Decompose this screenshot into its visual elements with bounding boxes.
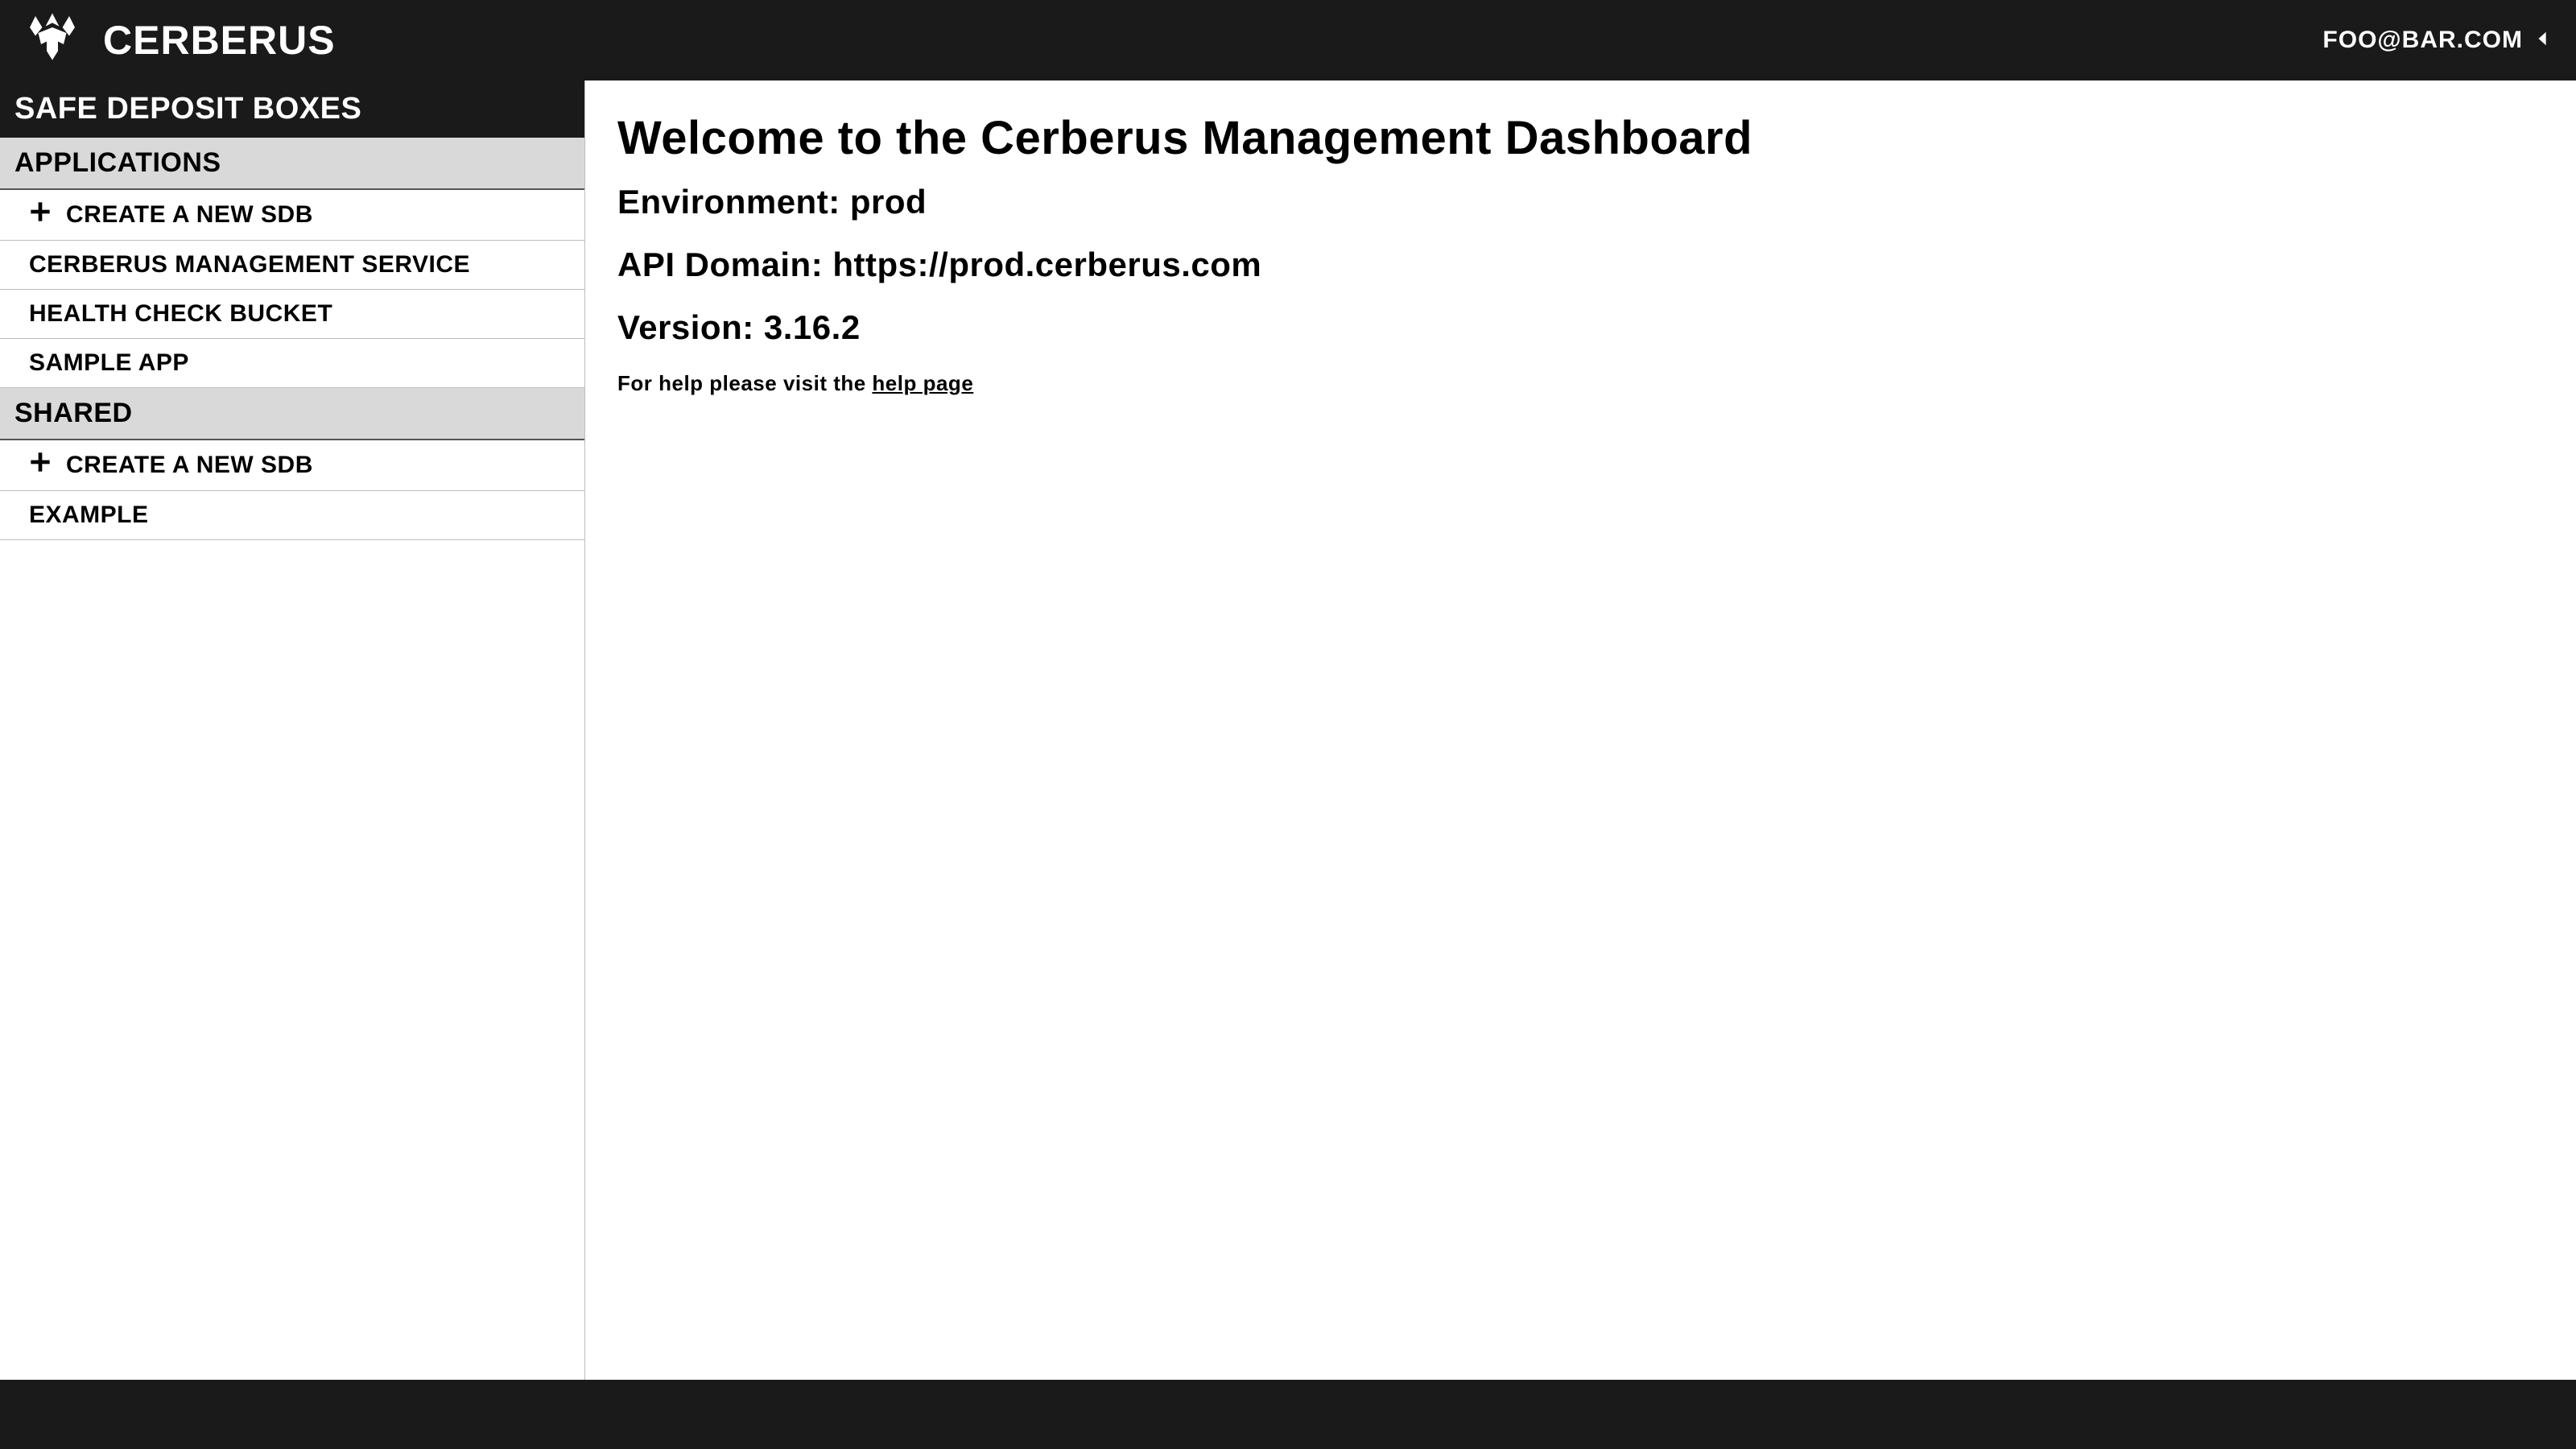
create-sdb-label: CREATE A NEW SDB [66, 452, 313, 479]
sdb-item-label: EXAMPLE [29, 502, 149, 529]
sidebar-item-example[interactable]: EXAMPLE [0, 491, 584, 540]
help-page-link[interactable]: help page [872, 371, 973, 395]
api-domain-line: API Domain: https://prod.cerberus.com [617, 246, 2544, 284]
plus-icon [29, 451, 52, 480]
section-header-shared[interactable]: SHARED [0, 388, 584, 440]
environment-label: Environment: [617, 183, 850, 221]
version-label: Version: [617, 308, 764, 346]
sidebar-item-sample-app[interactable]: SAMPLE APP [0, 339, 584, 388]
cerberus-logo-icon [24, 10, 80, 71]
sdb-item-label: CERBERUS MANAGEMENT SERVICE [29, 251, 470, 279]
plus-icon [29, 200, 52, 229]
help-prefix: For help please visit the [617, 371, 872, 395]
api-domain-value: https://prod.cerberus.com [832, 246, 1261, 283]
help-line: For help please visit the help page [617, 371, 2544, 396]
environment-value: prod [850, 183, 927, 221]
user-menu[interactable]: FOO@BAR.COM [2322, 27, 2552, 54]
create-sdb-button-shared[interactable]: CREATE A NEW SDB [0, 440, 584, 491]
sidebar-item-cerberus-management-service[interactable]: CERBERUS MANAGEMENT SERVICE [0, 241, 584, 290]
sidebar-title: SAFE DEPOSIT BOXES [0, 80, 584, 138]
top-header: CERBERUS FOO@BAR.COM [0, 0, 2576, 80]
footer-bar [0, 1380, 2576, 1449]
page-title: Welcome to the Cerberus Management Dashb… [617, 111, 2544, 165]
environment-line: Environment: prod [617, 183, 2544, 221]
sidebar: SAFE DEPOSIT BOXES APPLICATIONS CREATE A… [0, 80, 585, 1380]
version-value: 3.16.2 [764, 308, 861, 346]
sdb-item-label: HEALTH CHECK BUCKET [29, 300, 332, 328]
brand-title: CERBERUS [103, 17, 336, 64]
sidebar-item-health-check-bucket[interactable]: HEALTH CHECK BUCKET [0, 290, 584, 339]
brand-block: CERBERUS [24, 10, 336, 71]
section-header-applications[interactable]: APPLICATIONS [0, 138, 584, 190]
create-sdb-button-applications[interactable]: CREATE A NEW SDB [0, 190, 584, 241]
version-line: Version: 3.16.2 [617, 308, 2544, 347]
sdb-item-label: SAMPLE APP [29, 349, 189, 377]
main-content: Welcome to the Cerberus Management Dashb… [585, 80, 2576, 1380]
chevron-left-icon [2534, 30, 2552, 52]
create-sdb-label: CREATE A NEW SDB [66, 201, 313, 229]
user-email: FOO@BAR.COM [2322, 27, 2523, 54]
api-domain-label: API Domain: [617, 246, 832, 283]
